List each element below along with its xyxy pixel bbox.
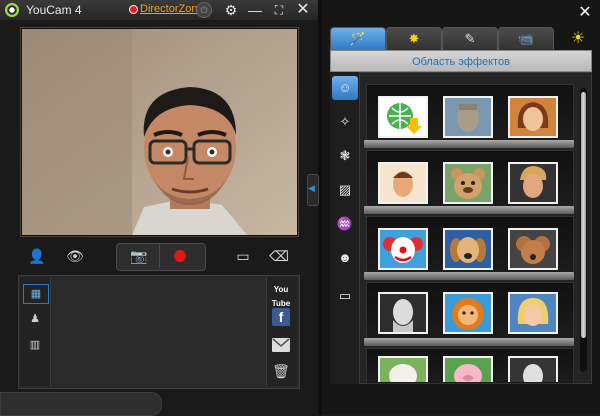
teddy-bear-avatar [445,164,491,202]
photo-filter-icon[interactable]: ♟ [23,310,47,328]
effect-thumb[interactable] [443,292,493,334]
screen-icon[interactable]: ▭ [230,243,256,269]
effect-thumb[interactable] [443,162,493,204]
tab-surveillance[interactable]: 📹 [498,27,554,50]
clown-avatar [380,230,426,268]
frame-category-icon[interactable]: ▭ [332,284,358,308]
all-media-icon[interactable]: ▦ [23,284,49,304]
director-zone-link[interactable]: DirectorZone [140,3,204,15]
minimize-icon[interactable]: — [246,1,264,19]
poodle-avatar [510,230,556,268]
statue-avatar [510,358,556,382]
globe-download-icon [387,103,422,134]
mail-icon[interactable] [272,338,290,352]
effect-thumb[interactable] [508,162,558,204]
eye-icon[interactable]: 👁 [62,243,88,269]
sheep-avatar [380,358,426,382]
capture-divider [159,244,160,268]
effect-thumb[interactable] [508,228,558,270]
effect-thumb[interactable] [443,356,493,382]
shelf-board [364,206,574,214]
close-icon[interactable]: ✕ [294,1,312,19]
effect-thumb[interactable] [443,228,493,270]
record-icon[interactable] [174,250,186,262]
emotion-category-icon[interactable]: ☻ [332,246,358,270]
effect-thumb[interactable] [443,96,493,138]
effects-area-header: Область эффектов [330,50,592,72]
close-panel-icon[interactable]: ✕ [576,2,594,22]
tab-drawing[interactable]: ✎ [442,27,498,50]
shelf-board [364,140,574,148]
dog-avatar [445,230,491,268]
add-effect-icon[interactable]: ☀ [568,28,588,48]
app-title: YouCam 4 [26,3,82,17]
particle-category-icon[interactable]: ❃ [332,144,358,168]
add-user-icon[interactable]: 👤 [24,243,50,269]
status-bar [0,392,162,416]
effect-thumb[interactable] [508,96,558,138]
video-filter-icon[interactable]: ▥ [23,336,47,354]
trash-icon[interactable]: 🗑 [272,363,290,381]
blonde-man-avatar [510,164,556,202]
facebook-icon[interactable]: f [272,308,290,326]
download-effects-thumb[interactable] [378,96,428,138]
effect-thumb[interactable] [378,292,428,334]
youtube-icon[interactable]: You Tube [269,283,293,308]
youcam-logo-icon [5,3,19,17]
shelf-board [364,272,574,280]
stone-statue-avatar [445,98,491,136]
tab-effects[interactable]: 🪄 [330,27,386,50]
cartoon-woman-avatar [510,98,556,136]
shelf-board [364,338,574,346]
effect-thumb[interactable] [508,292,558,334]
effects-scrollbar-thumb[interactable] [581,92,586,338]
webcam-face-image [22,29,297,235]
distortion-category-icon[interactable]: ▨ [332,178,358,202]
lion-avatar [445,294,491,332]
effect-thumb[interactable] [378,356,428,382]
director-zone-icon[interactable] [129,5,138,14]
mail-glyph [272,338,290,347]
tab-frames[interactable]: ✸ [386,27,442,50]
magic-category-icon[interactable]: ✧ [332,110,358,134]
power-icon[interactable]: ⏻ [196,2,212,18]
effect-thumb[interactable] [508,356,558,382]
camera-preview [22,29,297,235]
effect-thumb[interactable] [378,228,428,270]
lincoln-statue-avatar [380,294,426,332]
gear-icon[interactable]: ⚙ [222,1,240,19]
pig-avatar [445,358,491,382]
effect-thumb[interactable] [378,162,428,204]
eraser-icon[interactable]: ⌫ [266,243,292,269]
fullscreen-icon[interactable]: ⛶ [270,1,288,19]
chevron-left-icon: ◀ [308,183,315,193]
blonde-girl-avatar [510,294,556,332]
mask-category-icon[interactable]: ♒ [332,212,358,236]
cartoon-man-avatar [380,164,426,202]
avatar-category-icon[interactable]: ☺ [332,76,358,100]
media-library-panel [18,275,300,389]
camera-icon[interactable]: 📷 [126,243,152,269]
